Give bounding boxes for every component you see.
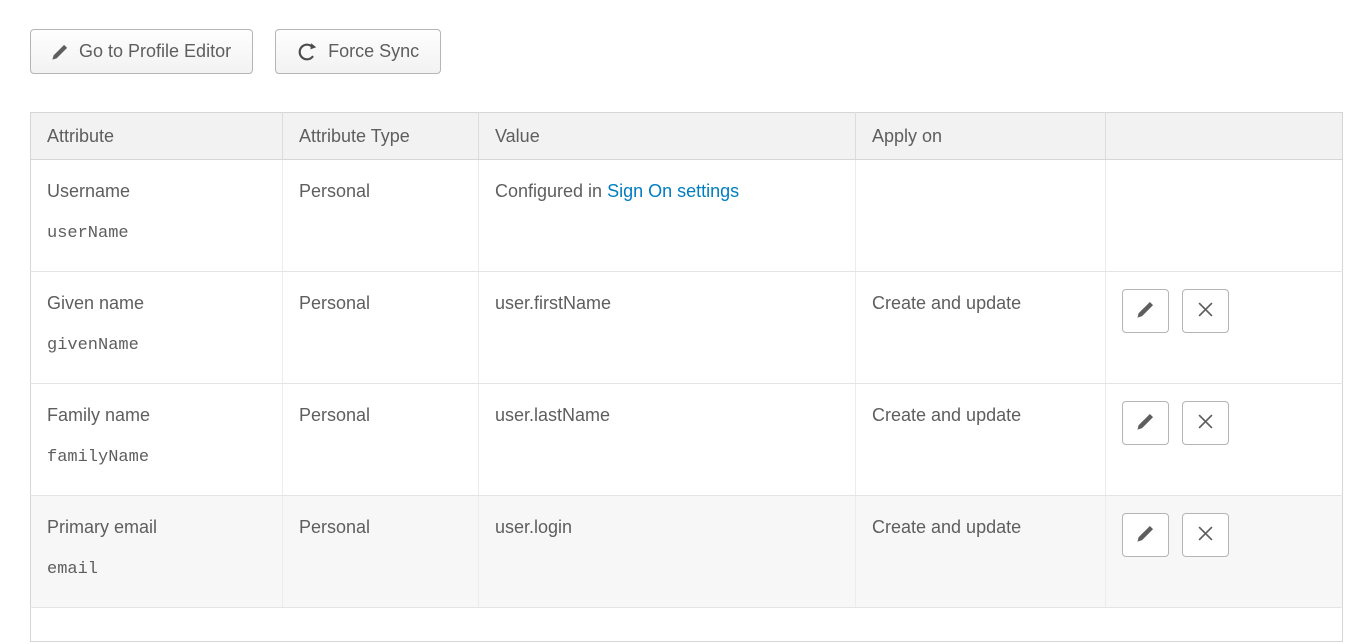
attribute-label: Primary email xyxy=(47,517,266,538)
actions-cell xyxy=(1106,160,1343,272)
pencil-icon xyxy=(1137,301,1154,321)
apply-on: Create and update xyxy=(872,517,1021,537)
actions-cell xyxy=(1106,384,1343,496)
force-sync-button[interactable]: Force Sync xyxy=(275,29,441,74)
apply-on: Create and update xyxy=(872,405,1021,425)
sign-on-settings-link[interactable]: Sign On settings xyxy=(607,181,739,201)
header-apply-on: Apply on xyxy=(856,113,1106,160)
attribute-variable-name: userName xyxy=(47,224,266,243)
empty-row xyxy=(31,608,1343,642)
edit-mapping-button[interactable] xyxy=(1122,289,1169,333)
edit-mapping-button[interactable] xyxy=(1122,401,1169,445)
attribute-type-cell: Personal xyxy=(283,272,479,384)
attribute-type: Personal xyxy=(299,517,370,537)
table-row: Given name givenName Personal user.first… xyxy=(31,272,1343,384)
edit-mapping-button[interactable] xyxy=(1122,513,1169,557)
attribute-type: Personal xyxy=(299,181,370,201)
row-actions xyxy=(1122,289,1326,333)
attribute-type: Personal xyxy=(299,405,370,425)
x-icon xyxy=(1198,302,1213,320)
apply-on-cell: Create and update xyxy=(856,384,1106,496)
header-attribute: Attribute xyxy=(31,113,283,160)
attribute-cell: Primary email email xyxy=(31,496,283,608)
attribute-mapping-table: Attribute Attribute Type Value Apply on … xyxy=(30,112,1343,642)
actions-cell xyxy=(1106,496,1343,608)
row-actions xyxy=(1122,513,1326,557)
attribute-label: Username xyxy=(47,181,266,202)
go-to-profile-editor-button[interactable]: Go to Profile Editor xyxy=(30,29,253,74)
value-cell: Configured in Sign On settings xyxy=(479,160,856,272)
value-text: user.lastName xyxy=(495,405,610,425)
pencil-icon xyxy=(1137,413,1154,433)
toolbar: Go to Profile Editor Force Sync xyxy=(30,29,1342,74)
attribute-type-cell: Personal xyxy=(283,160,479,272)
go-to-profile-editor-label: Go to Profile Editor xyxy=(79,41,231,62)
table-header: Attribute Attribute Type Value Apply on xyxy=(31,113,1343,160)
x-icon xyxy=(1198,526,1213,544)
table-row: Primary email email Personal user.login … xyxy=(31,496,1343,608)
table-row: Username userName Personal Configured in… xyxy=(31,160,1343,272)
value-text: user.login xyxy=(495,517,572,537)
value-cell: user.firstName xyxy=(479,272,856,384)
x-icon xyxy=(1198,414,1213,432)
apply-on-cell xyxy=(856,160,1106,272)
pencil-icon xyxy=(1137,525,1154,545)
actions-cell xyxy=(1106,272,1343,384)
attribute-type-cell: Personal xyxy=(283,496,479,608)
remove-mapping-button[interactable] xyxy=(1182,513,1229,557)
apply-on: Create and update xyxy=(872,293,1021,313)
remove-mapping-button[interactable] xyxy=(1182,401,1229,445)
header-value: Value xyxy=(479,113,856,160)
header-attribute-type: Attribute Type xyxy=(283,113,479,160)
attribute-label: Given name xyxy=(47,293,266,314)
table-header-row: Attribute Attribute Type Value Apply on xyxy=(31,113,1343,160)
pencil-icon xyxy=(52,44,68,60)
attribute-cell: Given name givenName xyxy=(31,272,283,384)
attribute-variable-name: familyName xyxy=(47,448,266,467)
row-actions xyxy=(1122,401,1326,445)
apply-on-cell: Create and update xyxy=(856,496,1106,608)
attribute-label: Family name xyxy=(47,405,266,426)
refresh-icon xyxy=(297,42,317,62)
table-body: Username userName Personal Configured in… xyxy=(31,160,1343,642)
value-cell: user.login xyxy=(479,496,856,608)
value-cell: user.lastName xyxy=(479,384,856,496)
attribute-mappings-page: Go to Profile Editor Force Sync Attribut… xyxy=(0,0,1370,642)
header-actions xyxy=(1106,113,1343,160)
value-text: user.firstName xyxy=(495,293,611,313)
attribute-variable-name: givenName xyxy=(47,336,266,355)
apply-on-cell: Create and update xyxy=(856,272,1106,384)
attribute-cell: Username userName xyxy=(31,160,283,272)
attribute-type: Personal xyxy=(299,293,370,313)
force-sync-label: Force Sync xyxy=(328,41,419,62)
attribute-cell: Family name familyName xyxy=(31,384,283,496)
remove-mapping-button[interactable] xyxy=(1182,289,1229,333)
table-row: Family name familyName Personal user.las… xyxy=(31,384,1343,496)
value-text: Configured in xyxy=(495,181,607,201)
attribute-variable-name: email xyxy=(47,560,266,579)
attribute-type-cell: Personal xyxy=(283,384,479,496)
